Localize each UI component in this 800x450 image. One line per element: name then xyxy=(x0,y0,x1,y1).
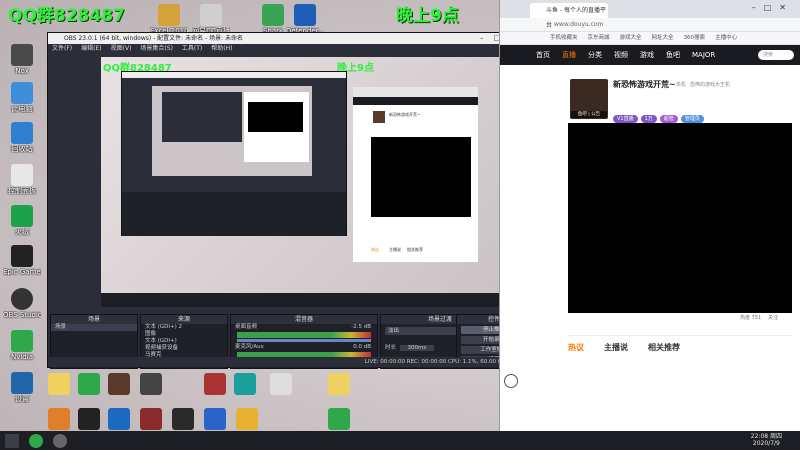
obs-window: OBS 23.0.1 (64 bit, windows) - 配置文件: 未命名… xyxy=(47,32,534,369)
mixer-channel: 麦克风/Aux 0.0 dB xyxy=(235,344,371,350)
preview-nested-taskbar xyxy=(101,293,534,307)
taskbar-clock[interactable]: 22:08 周四 2020/7/9 xyxy=(751,433,782,447)
stream-title: 新恐怖游戏开荒~ xyxy=(613,80,676,89)
obs-preview-canvas[interactable]: QQ群828487 晚上9点 新恐怖游戏开荒~ 热议 主播说 相关推荐 xyxy=(101,57,534,307)
preview-nested-browser: 新恐怖游戏开荒~ 热议 主播说 相关推荐 xyxy=(353,87,478,262)
desktop-icon[interactable] xyxy=(320,373,358,395)
obs-status-bar: LIVE: 00:00:00 REC: 00:00:00 CPU: 1.1%, … xyxy=(48,357,530,367)
bookmark-item[interactable]: 京东商城 xyxy=(588,35,610,41)
browser-taskbar-icon[interactable] xyxy=(29,433,43,448)
browser-tab-strip: 斗鱼 - 每个人的直播平台 –□✕ xyxy=(500,0,800,29)
desktop-icon[interactable]: 网易CC直播 xyxy=(192,4,230,35)
scenes-dock-title: 场景 xyxy=(51,315,137,324)
bottom-tabs: 热议 主播说 相关推荐 xyxy=(568,335,792,355)
desktop-icon[interactable] xyxy=(320,408,358,430)
mixer-dock-title: 混音器 xyxy=(231,315,377,324)
desktop-icon[interactable]: Excel 2010 xyxy=(150,4,188,35)
obs-title-bar[interactable]: OBS 23.0.1 (64 bit, windows) - 配置文件: 未命名… xyxy=(48,33,530,44)
source-item[interactable]: 文本 (GDI+) 2 xyxy=(141,324,227,331)
preview-nested-canvas xyxy=(152,86,312,176)
menu-edit[interactable]: 编辑(E) xyxy=(81,45,101,52)
schedule-overlay-text: 晚上9点 xyxy=(396,6,459,26)
tab-hot-discussion[interactable]: 热议 xyxy=(568,342,584,353)
browser-tab[interactable]: 斗鱼 - 每个人的直播平台 xyxy=(530,3,608,29)
desktop-icon[interactable]: 控制面板 xyxy=(3,164,41,195)
bookmark-item[interactable]: 手机收藏夹 xyxy=(550,35,578,41)
sources-dock-title: 来源 xyxy=(141,315,227,324)
streamer-id-label: 鱼吧 | 公告 xyxy=(571,111,607,118)
badge[interactable]: 管理员 xyxy=(680,115,704,123)
desktop-icon[interactable]: Nox xyxy=(3,44,41,75)
qq-overlay-text: QQ群828487 xyxy=(8,6,125,26)
desktop-icon[interactable] xyxy=(262,373,300,395)
nav-fishbar[interactable]: 鱼吧 xyxy=(666,51,680,59)
source-item[interactable]: 图像 xyxy=(141,331,227,338)
nav-home[interactable]: 首页 xyxy=(536,51,550,59)
search-input[interactable]: 搜索 xyxy=(758,50,794,60)
video-player[interactable] xyxy=(568,123,792,313)
nav-live[interactable]: 直播 xyxy=(562,51,576,59)
streamer-header: 鱼吧 | 公告 新恐怖游戏开荒~ 单机 恐怖的游戏大王机 V1直播 1万 超管 管理员 xyxy=(568,77,792,124)
desktop-icon[interactable]: OBS Studio xyxy=(3,288,41,319)
bookmarks-bar: 手机收藏夹 京东商城 游戏大全 网址大全 360搜索 主播中心 xyxy=(500,32,800,45)
address-bar[interactable]: www.douyu.com xyxy=(500,18,800,32)
streamer-badges: V1直播 1万 超管 管理员 xyxy=(613,105,707,124)
douyu-nav: 首页 直播 分类 视频 游戏 鱼吧 MAJOR 搜索 xyxy=(500,45,800,65)
preview-nested-obs xyxy=(121,71,347,236)
menu-tools[interactable]: 工具(T) xyxy=(182,45,202,52)
taskbar: 22:08 周四 2020/7/9 xyxy=(0,431,800,450)
side-chat-icon[interactable] xyxy=(504,374,518,388)
nav-video[interactable]: 视频 xyxy=(614,51,628,59)
browser-window: 斗鱼 - 每个人的直播平台 –□✕ www.douyu.com 手机收藏夹 京东商… xyxy=(499,0,800,431)
desktop-icon[interactable]: 回收站 xyxy=(3,122,41,153)
desktop-icon[interactable]: Defender... xyxy=(286,4,324,35)
windows-start-icon[interactable] xyxy=(5,433,19,448)
obs-taskbar-icon[interactable] xyxy=(53,433,67,448)
tab-streamer-says[interactable]: 主播说 xyxy=(604,342,628,353)
heat-count: 热度 751 xyxy=(740,315,762,321)
menu-view[interactable]: 视图(V) xyxy=(111,45,132,52)
url-text: www.douyu.com xyxy=(554,21,604,28)
badge[interactable]: 1万 xyxy=(640,115,657,123)
mixer-channel: 桌面音频 -2.5 dB xyxy=(235,324,371,330)
volume-slider[interactable] xyxy=(237,339,371,342)
desktop-icon[interactable]: 此电脑 xyxy=(3,82,41,113)
desktop-icon[interactable]: Epic Games xyxy=(3,245,41,276)
source-item[interactable]: 视频捕获设备 xyxy=(141,345,227,352)
stream-subtitle: 恐怖的游戏大王机 xyxy=(690,82,731,88)
tab-related[interactable]: 相关推荐 xyxy=(648,342,680,353)
bookmark-item[interactable]: 游戏大全 xyxy=(620,35,642,41)
mixer-meter xyxy=(237,332,371,338)
desktop-icon[interactable]: 设置 xyxy=(3,372,41,403)
scene-item[interactable]: 场景 xyxy=(51,324,137,331)
menu-help[interactable]: 帮助(H) xyxy=(211,45,232,52)
window-controls[interactable]: –□✕ xyxy=(752,3,794,12)
bookmark-item[interactable]: 主播中心 xyxy=(715,35,737,41)
follow-button[interactable]: 关注 xyxy=(768,314,778,321)
badge[interactable]: 超管 xyxy=(659,115,678,123)
desktop-icon[interactable] xyxy=(132,373,170,395)
menu-scene-collection[interactable]: 场景集合(S) xyxy=(140,45,173,52)
desktop-icon[interactable] xyxy=(228,408,266,430)
badge[interactable]: V1直播 xyxy=(613,115,638,123)
nav-games[interactable]: 游戏 xyxy=(640,51,654,59)
obs-menu-bar: 文件(F) 编辑(E) 视图(V) 场景集合(S) 工具(T) 帮助(H) xyxy=(48,44,530,54)
bookmark-item[interactable]: 360搜索 xyxy=(684,35,706,41)
desktop-icon[interactable]: 火绒 xyxy=(3,205,41,236)
desktop-icon[interactable]: Nvidia xyxy=(3,330,41,361)
bookmark-item[interactable]: 网址大全 xyxy=(652,35,674,41)
stream-tag[interactable]: 单机 xyxy=(676,81,686,88)
duration-input[interactable]: 300ms xyxy=(399,345,435,351)
menu-file[interactable]: 文件(F) xyxy=(52,45,72,52)
obs-title: OBS 23.0.1 (64 bit, windows) - 配置文件: 未命名… xyxy=(64,35,244,42)
source-item[interactable]: 文本 (GDI+) xyxy=(141,338,227,345)
desktop-icon[interactable] xyxy=(226,373,264,395)
nav-major[interactable]: MAJOR xyxy=(692,51,715,59)
nav-category[interactable]: 分类 xyxy=(588,51,602,59)
